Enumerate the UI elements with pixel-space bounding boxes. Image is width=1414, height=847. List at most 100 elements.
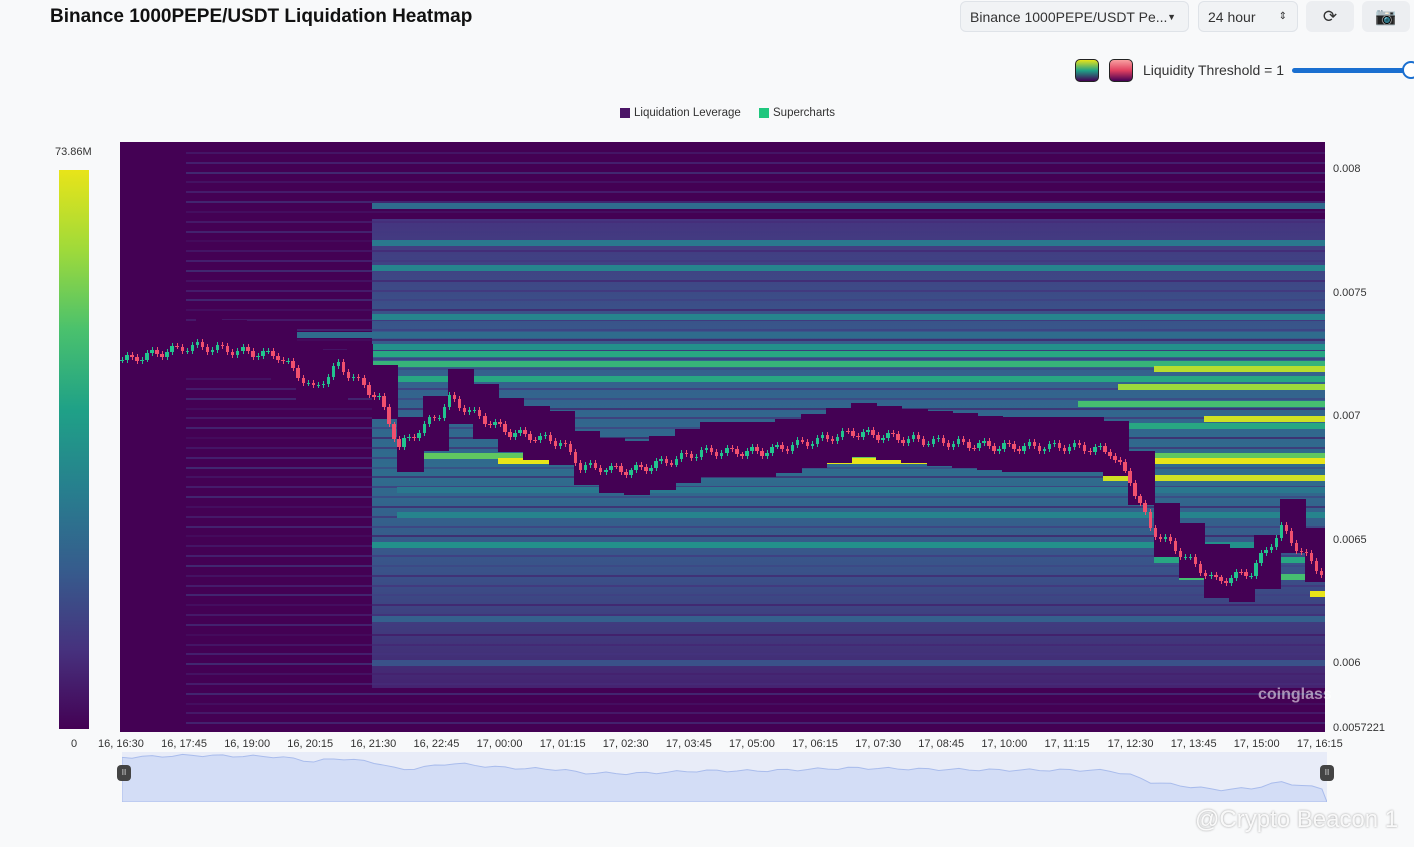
coinglass-watermark: coinglass <box>1258 686 1332 703</box>
candle <box>120 360 124 362</box>
candle <box>679 453 684 460</box>
candle <box>170 346 174 353</box>
candle <box>483 416 487 425</box>
liquidated-zone <box>447 369 474 424</box>
candle <box>694 456 699 458</box>
candle <box>518 430 522 434</box>
candle <box>1123 462 1127 471</box>
pair-select[interactable]: Binance 1000PEPE/USDT Pe... ▼ <box>960 1 1189 32</box>
candle <box>1082 444 1087 452</box>
camera-icon: 📷 <box>1375 6 1397 26</box>
y-tick-label: 0.0075 <box>1333 286 1367 299</box>
candle <box>805 441 810 446</box>
candle <box>972 447 976 449</box>
refresh-button[interactable]: ⟳ <box>1306 1 1354 32</box>
candle <box>1193 556 1198 564</box>
heatmap-band <box>185 594 1325 597</box>
candle <box>447 395 452 408</box>
refresh-icon: ⟳ <box>1322 6 1338 26</box>
colorbar-max-label: 73.86M <box>55 146 92 158</box>
screenshot-button[interactable]: 📷 <box>1362 1 1410 32</box>
liquidated-zone <box>372 365 399 420</box>
viridis-scheme-button[interactable] <box>1075 59 1099 82</box>
candle <box>941 437 946 444</box>
heatmap-plot[interactable] <box>120 142 1325 732</box>
candle <box>1007 443 1011 445</box>
candle <box>1239 571 1243 573</box>
candle <box>851 430 855 436</box>
candle <box>331 366 336 377</box>
range-select[interactable]: 24 hour ⇕ <box>1198 1 1298 32</box>
candle <box>1138 496 1142 504</box>
heatmap-band <box>185 220 1325 223</box>
candle <box>150 350 154 353</box>
candle <box>750 447 754 451</box>
candle <box>165 352 169 357</box>
candle <box>1183 556 1188 558</box>
candle <box>362 377 366 386</box>
candle <box>1224 581 1228 584</box>
x-tick-label: 17, 16:15 <box>1296 738 1343 750</box>
legend-liquidation-leverage[interactable]: Liquidation Leverage <box>620 107 741 119</box>
candle <box>800 439 805 442</box>
candle <box>432 417 437 419</box>
legend-supercharts[interactable]: Supercharts <box>759 107 835 119</box>
time-navigator[interactable] <box>121 752 1328 803</box>
heatmap-band <box>185 309 1325 312</box>
candle <box>140 359 144 361</box>
candle <box>1214 574 1218 578</box>
candle <box>125 355 129 361</box>
candle <box>1254 563 1258 576</box>
candle <box>402 438 406 448</box>
heatmap-band <box>185 151 1325 154</box>
candle <box>1032 442 1037 446</box>
candle <box>1279 525 1284 538</box>
candle <box>291 361 295 368</box>
x-tick-label: 16, 22:45 <box>413 738 460 750</box>
navigator-left-handle[interactable]: II <box>117 765 131 781</box>
candle <box>911 435 916 439</box>
candle <box>185 350 190 352</box>
threshold-slider[interactable] <box>1292 68 1414 73</box>
heatmap-band <box>185 230 1325 233</box>
candle <box>1209 574 1213 577</box>
legend-swatch <box>759 108 769 118</box>
heatmap-band <box>185 289 1325 292</box>
candle <box>1309 553 1314 562</box>
x-tick-label: 16, 19:00 <box>224 738 271 750</box>
candle <box>604 470 608 473</box>
candle <box>1148 512 1153 529</box>
threshold-label: Liquidity Threshold = 1 <box>1143 62 1284 78</box>
magma-scheme-button[interactable] <box>1109 59 1133 82</box>
candle <box>1203 573 1208 577</box>
candle <box>336 362 341 367</box>
heatmap-band <box>372 660 1325 667</box>
heatmap-band <box>1309 591 1325 598</box>
candle <box>896 433 900 440</box>
liquidated-zone <box>472 384 500 439</box>
candle <box>588 462 593 466</box>
candle <box>795 439 800 446</box>
candle <box>815 437 820 445</box>
candle <box>246 347 250 351</box>
liquidated-zone <box>825 408 853 463</box>
heatmap-band <box>185 260 1325 262</box>
threshold-slider-handle[interactable] <box>1402 61 1414 79</box>
navigator-right-handle[interactable]: II <box>1320 765 1334 781</box>
candle <box>846 430 850 432</box>
candle <box>735 448 739 455</box>
heatmap-band <box>185 682 1325 685</box>
updown-icon: ⇕ <box>1278 11 1287 22</box>
heatmap-band <box>185 417 1325 420</box>
candle <box>926 443 931 445</box>
x-tick-label: 16, 16:30 <box>98 738 144 750</box>
candle <box>1017 449 1021 451</box>
heatmap-band <box>185 338 1325 341</box>
candle <box>351 377 356 379</box>
candle <box>220 345 225 347</box>
range-select-value: 24 hour <box>1208 8 1256 25</box>
y-tick-label: 0.0057221 <box>1333 722 1385 734</box>
candle <box>840 430 845 437</box>
candle <box>725 448 729 454</box>
candle <box>961 439 966 442</box>
